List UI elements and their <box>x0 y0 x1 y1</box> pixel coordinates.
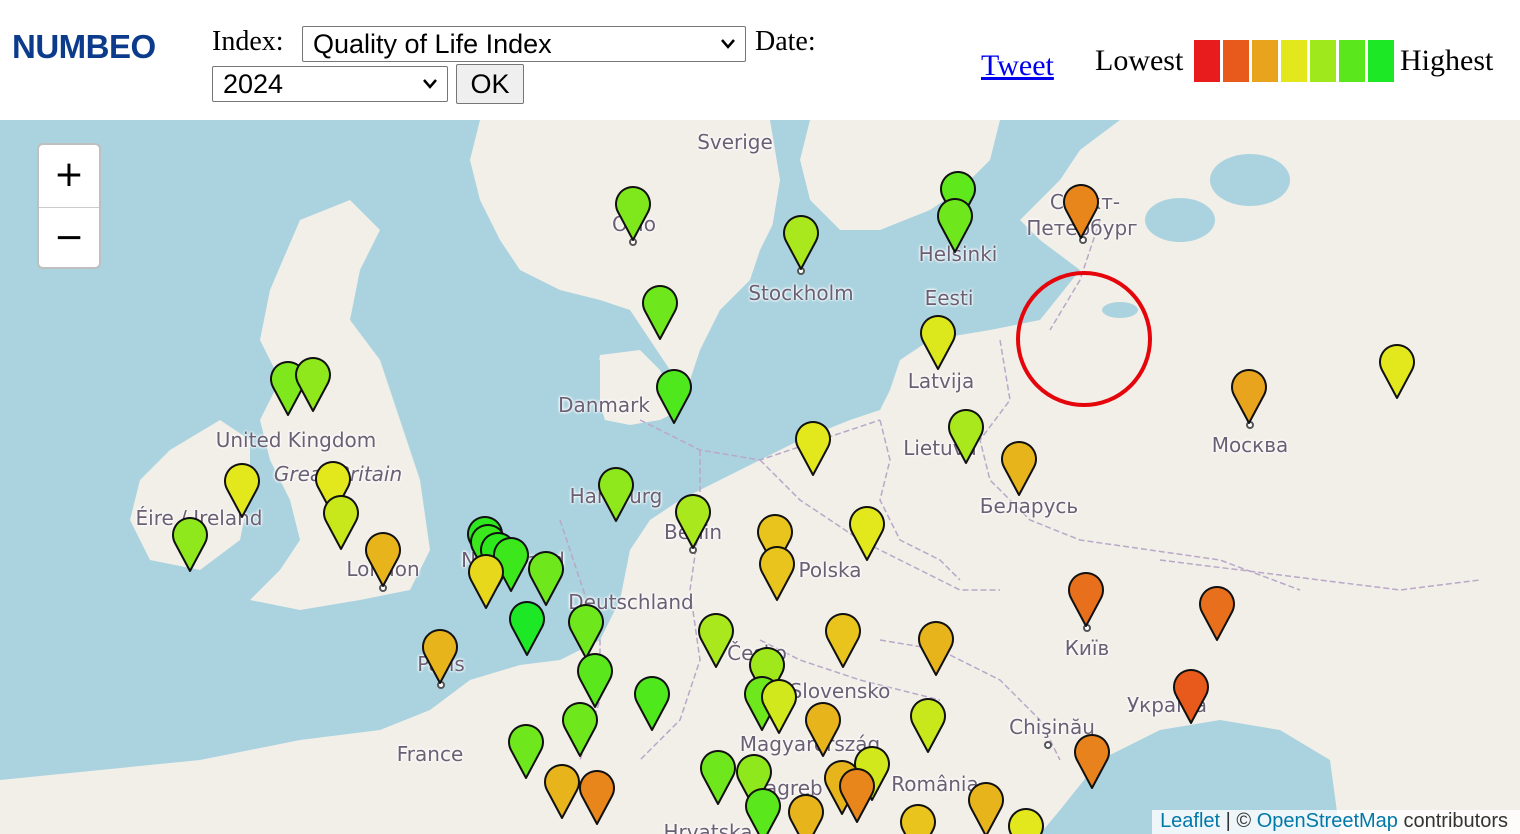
city-marker-pin[interactable]: Zurich <box>507 722 545 780</box>
map-place-label: Беларусь <box>979 494 1079 518</box>
map-place-label: Hrvatska <box>663 820 753 834</box>
zoom-in-button[interactable]: + <box>39 145 99 208</box>
city-marker-pin[interactable]: Cork <box>171 515 209 573</box>
city-marker-pin[interactable]: Minsk <box>1000 439 1038 497</box>
city-marker-pin[interactable]: London <box>364 530 402 588</box>
city-marker-pin[interactable]: Saint Petersburg <box>1062 182 1100 240</box>
chevron-down-icon <box>423 79 437 89</box>
legend-highest-label: Highest <box>1400 44 1494 77</box>
map-place-label: Sverige <box>697 130 773 154</box>
city-marker-pin[interactable]: Glasgow <box>294 355 332 413</box>
index-select[interactable]: Quality of Life Index <box>302 26 746 62</box>
ok-button[interactable]: OK <box>456 64 524 104</box>
city-marker-pin[interactable]: Hamburg <box>597 465 635 523</box>
legend-color-box <box>1368 40 1394 82</box>
osm-link[interactable]: OpenStreetMap <box>1257 810 1398 832</box>
city-marker-pin[interactable]: Copenhagen <box>655 367 693 425</box>
numbeo-logo[interactable]: NUMBEO <box>12 28 156 66</box>
map-place-label: Latvija <box>907 369 975 393</box>
city-marker-pin[interactable]: Munich <box>561 700 599 758</box>
map-place-label: Київ <box>1064 636 1110 660</box>
legend-lowest-label: Lowest <box>1095 44 1184 77</box>
city-marker-pin[interactable]: Kazan <box>1378 342 1416 400</box>
highlight-circle <box>1016 271 1152 407</box>
city-marker-pin[interactable]: Paris <box>421 627 459 685</box>
city-marker-pin[interactable]: Moscow <box>1230 367 1268 425</box>
city-marker-pin[interactable]: Kosice <box>804 700 842 758</box>
city-marker-pin[interactable]: Berlin <box>674 492 712 550</box>
city-marker-pin[interactable]: Cluj <box>909 696 947 754</box>
legend-color-box <box>1339 40 1365 82</box>
legend-color-box <box>1310 40 1336 82</box>
zoom-control: + − <box>37 143 101 269</box>
map-view[interactable]: SverigeOsloStockholmHelsinkiСанкт-Петерб… <box>0 120 1520 834</box>
city-marker-pin[interactable]: Timisoara <box>838 766 876 824</box>
city-marker-pin[interactable]: Dnipro <box>1172 667 1210 725</box>
page-header: NUMBEO Index: Quality of Life Index Date… <box>0 0 1520 120</box>
city-marker-pin[interactable]: Bratislava <box>760 677 798 735</box>
city-marker-pin[interactable]: Luxembourg <box>508 599 546 657</box>
city-marker-pin[interactable]: Kyiv <box>1067 570 1105 628</box>
zoom-out-button[interactable]: − <box>39 208 99 267</box>
city-marker-pin[interactable]: Kharkiv <box>1198 584 1236 642</box>
city-marker-pin[interactable]: Belgrade <box>787 792 825 834</box>
city-marker-pin[interactable]: Leipzig <box>697 611 735 669</box>
city-marker-pin[interactable]: Warsaw <box>848 504 886 562</box>
city-marker-pin[interactable]: Krakow <box>824 611 862 669</box>
index-select-value: Quality of Life Index <box>313 29 552 59</box>
city-marker-pin[interactable]: Constanta <box>1007 806 1045 834</box>
city-marker-pin[interactable]: Zagreb <box>744 786 782 834</box>
index-label: Index: <box>212 26 284 57</box>
city-marker-pin[interactable]: Vienna <box>699 748 737 806</box>
city-marker-pin[interactable]: Sofia area <box>899 802 937 834</box>
city-marker-pin[interactable]: Helsinki B <box>936 196 974 254</box>
city-marker-pin[interactable]: Gothenburg <box>641 283 679 341</box>
map-place-label: France <box>396 742 464 766</box>
city-marker-pin[interactable]: Gdansk <box>794 419 832 477</box>
legend-color-box <box>1194 40 1220 82</box>
city-marker-pin[interactable]: Nuremberg <box>633 674 671 732</box>
map-place-label: United Kingdom <box>215 428 377 452</box>
date-label: Date: <box>755 26 816 57</box>
year-select[interactable]: 2024 <box>212 66 448 102</box>
attribution-contributors: contributors <box>1397 810 1508 832</box>
leaflet-link[interactable]: Leaflet <box>1160 810 1220 832</box>
city-marker-pin[interactable]: Tallinn/Riga <box>919 313 957 371</box>
city-marker-pin[interactable]: Odesa <box>1073 732 1111 790</box>
chevron-down-icon <box>721 39 735 49</box>
map-attribution: Leaflet | © OpenStreetMap contributors <box>1152 810 1520 834</box>
map-place-label: Eesti <box>924 286 974 310</box>
map-place-label: Москва <box>1211 433 1289 457</box>
city-marker-pin[interactable]: Geneva <box>578 768 616 826</box>
attribution-separator: | © <box>1220 810 1257 832</box>
tweet-link[interactable]: Tweet <box>981 49 1054 83</box>
city-dot <box>1044 741 1052 749</box>
city-marker-pin[interactable]: Oslo <box>614 184 652 242</box>
city-marker-pin[interactable]: Stockholm <box>782 213 820 271</box>
legend-color-box <box>1252 40 1278 82</box>
year-select-value: 2024 <box>223 69 284 99</box>
map-place-label: Danmark <box>558 393 650 417</box>
city-marker-pin[interactable]: Lviv <box>917 619 955 677</box>
legend-color-box <box>1281 40 1307 82</box>
map-place-label: Stockholm <box>748 281 854 305</box>
city-marker-pin[interactable]: Brussels <box>467 552 505 610</box>
city-marker-pin[interactable]: Bucharest <box>967 780 1005 834</box>
city-marker-pin[interactable]: Wroclaw <box>758 544 796 602</box>
city-marker-pin[interactable]: Vilnius <box>947 407 985 465</box>
map-place-label: România <box>891 772 979 796</box>
city-marker-pin[interactable]: Lyon <box>543 762 581 820</box>
legend-color-box <box>1223 40 1249 82</box>
city-marker-pin[interactable]: Dublin <box>223 461 261 519</box>
city-marker-pin[interactable]: Manchester <box>322 493 360 551</box>
